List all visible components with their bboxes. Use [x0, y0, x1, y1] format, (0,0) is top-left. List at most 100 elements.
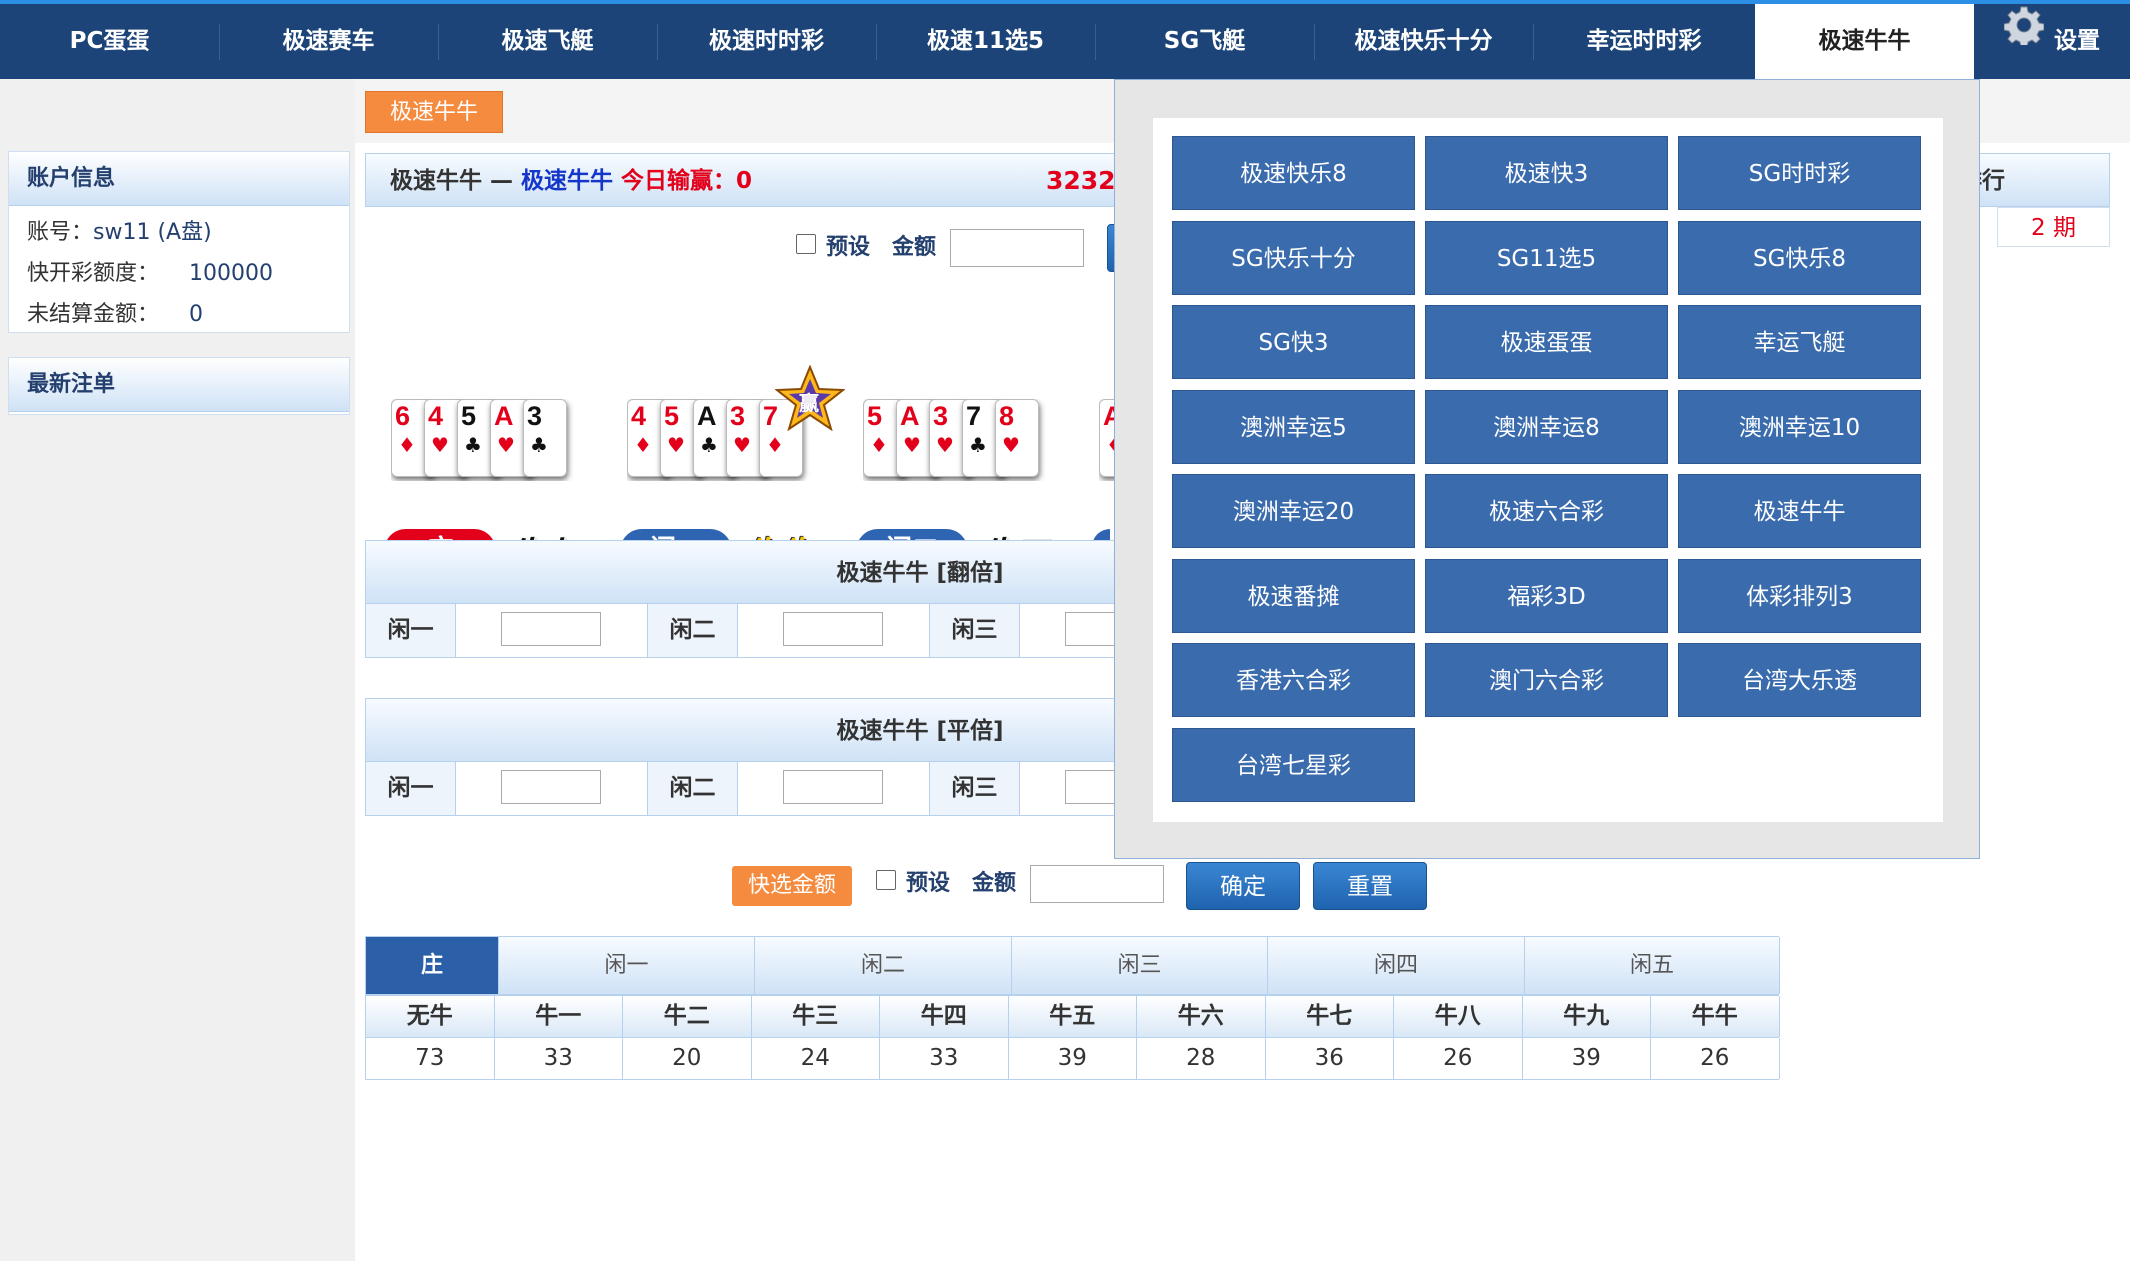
amount-input[interactable]: [950, 229, 1084, 267]
card-suit-icon: ♥: [936, 433, 954, 457]
bet-input-cell: [738, 762, 930, 815]
bet-label-xian3: 闲三: [930, 762, 1020, 815]
left-sidebar: 账户信息 账号：sw11 (A盘) 快开彩额度： 100000 未结算金额： 0 最…: [0, 79, 355, 1261]
game-menu-item[interactable]: 福彩3D: [1425, 558, 1668, 633]
settings-button[interactable]: 设置: [1974, 4, 2130, 79]
credit-label: 快开彩额度：: [27, 261, 160, 286]
nav-tab-jisu-niuniu[interactable]: 极速牛牛: [1755, 4, 1974, 79]
reset-button[interactable]: 重置: [1313, 862, 1427, 910]
preset-checkbox[interactable]: [876, 870, 896, 890]
game-menu-item[interactable]: 极速快乐8: [1172, 136, 1415, 210]
more-games-panel: 极速快乐8 极速快3 SG时时彩 SG快乐十分 SG11选5 SG快乐8 SG快3 极速蛋蛋幸…: [1153, 118, 1943, 822]
game-menu-item[interactable]: 台湾大乐透: [1678, 643, 1921, 717]
stats-sub-row: 无牛 牛一 牛二 牛三 牛四 牛五 牛六 牛七 牛八 牛九 牛牛: [365, 995, 1780, 1038]
account-panel-title: 账户信息: [9, 152, 349, 206]
stats-value-cell: 26: [1394, 1038, 1523, 1079]
stats-value-cell: 24: [751, 1038, 880, 1079]
card-suit-icon: ♥: [1002, 433, 1020, 457]
game-menu-item[interactable]: 香港六合彩: [1172, 643, 1415, 717]
quick-amount-button[interactable]: 快选金额: [732, 866, 853, 906]
game-menu-item[interactable]: 极速蛋蛋: [1425, 305, 1668, 379]
game-menu-item[interactable]: 体彩排列3: [1678, 558, 1921, 633]
stats-head-row: 庄闲一 闲二 闲三 闲四 闲五: [365, 936, 1780, 995]
card-rank: 4: [631, 401, 647, 431]
card-rank: 7: [966, 401, 982, 431]
bet-input-xian2[interactable]: [783, 770, 883, 804]
nav-tab-pcdandan[interactable]: PC蛋蛋: [0, 4, 219, 79]
bet-label-xian2: 闲二: [648, 604, 738, 657]
stats-column-header: 牛七: [1265, 996, 1394, 1037]
game-menu-item[interactable]: SG时时彩: [1678, 136, 1921, 210]
card-rank: 3: [933, 401, 949, 431]
nav-tab-jisu-kuaile10[interactable]: 极速快乐十分: [1314, 4, 1533, 79]
amount-label: 金额: [972, 871, 1017, 896]
stats-tab[interactable]: 闲三: [1012, 937, 1268, 994]
game-menu-item[interactable]: SG快3: [1172, 305, 1415, 379]
stats-value-cell: 36: [1265, 1038, 1394, 1079]
bet-input-cell: [456, 762, 648, 815]
card-rank: 5: [461, 401, 477, 431]
card-suit-icon: ♥: [431, 433, 449, 457]
latest-bets-panel[interactable]: 最新注单: [8, 357, 350, 415]
breadcrumb-tab[interactable]: 极速牛牛: [365, 91, 504, 133]
game-menu-item[interactable]: 澳洲幸运8: [1425, 389, 1668, 464]
stats-column-header: 牛九: [1522, 996, 1651, 1037]
card-rank: A: [494, 401, 514, 431]
stats-column-header: 牛八: [1394, 996, 1523, 1037]
game-menu-item[interactable]: 极速快3: [1425, 136, 1668, 210]
stats-tab[interactable]: 闲四: [1268, 937, 1525, 994]
bet-input-xian1[interactable]: [501, 612, 601, 646]
title-dash: —: [490, 168, 514, 194]
unsettled-row: 未结算金额： 0: [9, 294, 349, 335]
bet-input-xian1[interactable]: [501, 770, 601, 804]
game-menu-item[interactable]: 极速六合彩: [1425, 474, 1668, 548]
card-suit-icon: ♣: [464, 433, 482, 457]
stats-value-cell: 26: [1651, 1038, 1780, 1079]
game-menu-item[interactable]: SG11选5: [1425, 220, 1668, 295]
game-menu-item[interactable]: 幸运飞艇: [1678, 305, 1921, 379]
stats-column-header: 牛一: [494, 996, 623, 1037]
today-winloss-label: 今日输赢：: [621, 168, 737, 194]
stats-tab[interactable]: 闲二: [755, 937, 1012, 994]
winner-star-icon: 赢: [774, 364, 846, 432]
stats-value-cell: 20: [623, 1038, 752, 1079]
game-menu-item[interactable]: 澳洲幸运10: [1678, 389, 1921, 464]
bet-input-cell: [456, 604, 648, 657]
nav-tab-sg-feiting[interactable]: SG飞艇: [1095, 4, 1314, 79]
stats-tab[interactable]: 庄: [366, 937, 499, 994]
game-menu-item[interactable]: 极速番摊: [1172, 558, 1415, 633]
amount-input[interactable]: [1030, 865, 1164, 903]
stats-tab[interactable]: 闲一: [499, 937, 755, 994]
nav-tab-jisu-shishicai[interactable]: 极速时时彩: [657, 4, 876, 79]
gear-icon: [2003, 1, 2045, 76]
stats-value-cell: 39: [1008, 1038, 1137, 1079]
account-row: 账号：sw11 (A盘): [9, 212, 349, 253]
card-rank: 6: [395, 401, 411, 431]
stats-column-header: 牛四: [880, 996, 1009, 1037]
stats-value-cell: 28: [1137, 1038, 1266, 1079]
game-title: 极速牛牛 — 极速牛牛 今日输赢：0: [390, 154, 752, 208]
card-suit-icon: ♥: [733, 433, 751, 457]
stats-column-header: 牛二: [623, 996, 752, 1037]
game-menu-item[interactable]: SG快乐十分: [1172, 220, 1415, 295]
nav-tab-jisu-saiche[interactable]: 极速赛车: [219, 4, 438, 79]
card-suit-icon: ♣: [700, 433, 718, 457]
game-menu-item[interactable]: 澳洲幸运20: [1172, 474, 1415, 548]
bet-input-xian2[interactable]: [783, 612, 883, 646]
card-rank: 8: [999, 401, 1015, 431]
game-menu-item[interactable]: 澳洲幸运5: [1172, 389, 1415, 464]
nav-tab-jisu-11x5[interactable]: 极速11选5: [876, 4, 1095, 79]
game-menu-item[interactable]: 澳门六合彩: [1425, 643, 1668, 717]
nav-tab-xingyun-shishicai[interactable]: 幸运时时彩: [1533, 4, 1755, 79]
game-menu-item[interactable]: SG快乐8: [1678, 220, 1921, 295]
confirm-button[interactable]: 确定: [1186, 862, 1300, 910]
card-suit-icon: ♦: [634, 433, 652, 457]
preset-checkbox[interactable]: [796, 234, 816, 254]
stats-tab[interactable]: 闲五: [1525, 937, 1780, 994]
game-menu-item[interactable]: 极速牛牛: [1678, 474, 1921, 548]
game-menu-item[interactable]: 台湾七星彩: [1172, 727, 1415, 802]
top-nav: PC蛋蛋 极速赛车 极速飞艇 极速时时彩 极速11选5 SG飞艇 极速快乐十分 …: [0, 0, 2130, 79]
card-suit-icon: ♦: [766, 433, 784, 457]
nav-tab-jisu-feiting[interactable]: 极速飞艇: [438, 4, 657, 79]
today-winloss-value: 0: [736, 168, 753, 194]
